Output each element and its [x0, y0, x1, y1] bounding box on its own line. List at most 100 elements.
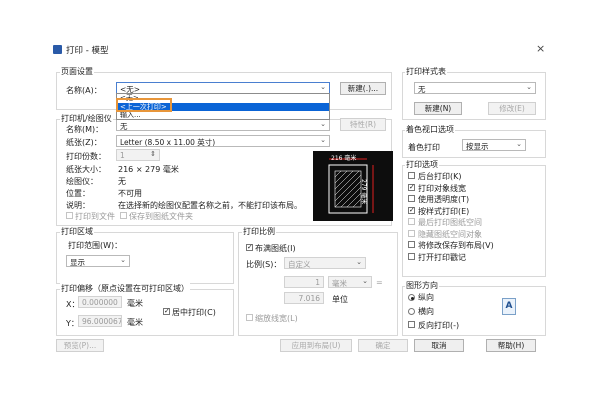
scale-unit-value: 毫米 — [332, 279, 347, 288]
plot-option-label: 最后打印图纸空间 — [418, 218, 482, 227]
landscape-label: 横向 — [418, 307, 434, 316]
plot-range-label: 打印范围(W)： — [68, 241, 123, 250]
print-to-file-label: 打印到文件 — [75, 212, 115, 221]
scale-value-1: 1 — [315, 278, 320, 287]
plot-style-edit-button[interactable]: 修改(E) — [488, 102, 536, 115]
offset-y-unit: 毫米 — [127, 318, 143, 327]
fit-to-paper-label: 布满图纸(I) — [255, 244, 296, 253]
plot-area-title: 打印区域 — [60, 226, 94, 237]
shade-plot-select[interactable]: 按显示 ⌄ — [462, 139, 526, 151]
shade-plot-label: 着色打印 — [408, 143, 440, 152]
offset-y-label: Y： — [66, 319, 79, 328]
plot-option-checkbox[interactable] — [408, 218, 415, 225]
scale-value-2: 7.016 — [298, 294, 320, 303]
scale-select[interactable]: 自定义 ⌄ — [284, 257, 366, 269]
orientation-paper-icon: A — [502, 298, 516, 315]
preview-height-label: 279 毫米 — [360, 179, 367, 205]
ok-button[interactable]: 确定 — [358, 339, 408, 352]
page-setup-add-button[interactable]: 新建(.)... — [340, 82, 386, 95]
description-label: 说明： — [66, 201, 90, 210]
scale-lineweights-checkbox[interactable] — [246, 314, 253, 321]
annotation-highlight-box — [116, 98, 172, 112]
chevron-down-icon: ⌄ — [320, 120, 326, 128]
plot-option-checkbox[interactable] — [408, 195, 415, 202]
plotter-label: 绘图仪： — [66, 177, 98, 186]
paper-label: 纸张(Z)： — [66, 138, 102, 147]
preview-button[interactable]: 预览(P)... — [56, 339, 104, 352]
dialog-titlebar: 打印 - 模型 × — [50, 41, 550, 59]
plot-option-checkbox[interactable] — [408, 252, 415, 260]
offset-y-input[interactable]: 96.000067 — [78, 315, 122, 327]
plot-option-label: 按样式打印(E) — [418, 206, 470, 216]
plot-option-label: 将修改保存到布局(V) — [418, 241, 494, 250]
printer-properties-button[interactable]: 特性(R) — [340, 118, 386, 131]
portrait-radio[interactable] — [408, 294, 415, 301]
shaded-viewport-title: 着色视口选项 — [405, 124, 455, 135]
upside-down-checkbox[interactable] — [408, 321, 415, 328]
printer-name-select[interactable]: 无 ⌄ — [116, 119, 330, 131]
chevron-down-icon: ⌄ — [526, 83, 532, 91]
chevron-down-icon: ⌄ — [320, 83, 326, 91]
plot-range-select[interactable]: 显示 ⌄ — [66, 255, 130, 267]
spinner-icon: ⇕ — [150, 150, 156, 158]
plot-option-checkbox[interactable] — [408, 229, 415, 237]
help-button[interactable]: 帮助(H) — [486, 339, 536, 352]
plot-option-checkbox[interactable] — [408, 172, 415, 179]
scale-label: 比例(S)： — [246, 260, 282, 269]
where-label: 位置： — [66, 189, 90, 198]
plot-option-checkbox[interactable]: ✓ — [408, 206, 415, 214]
plot-style-title: 打印样式表 — [405, 66, 447, 77]
print-to-file-checkbox[interactable] — [66, 212, 73, 219]
center-plot-checkbox[interactable]: ✓ — [163, 308, 170, 315]
plot-offset-title: 打印偏移（原点设置在可打印区域） — [60, 283, 190, 294]
plot-scale-title: 打印比例 — [242, 226, 276, 237]
plot-option-label: 使用透明度(T) — [418, 195, 470, 204]
offset-x-input[interactable]: 0.000000 — [78, 296, 122, 308]
copies-value: 1 — [120, 151, 125, 160]
plot-range-value: 显示 — [70, 258, 85, 267]
close-icon[interactable]: × — [536, 42, 545, 55]
dropdown-option[interactable]: 输入... — [117, 111, 329, 119]
chevron-down-icon: ⌄ — [356, 258, 362, 266]
scale-unit-select[interactable]: 毫米 ⌄ — [328, 276, 372, 288]
printer-name-value: 无 — [120, 122, 128, 131]
chevron-down-icon: ⌄ — [516, 140, 522, 148]
where-value: 不可用 — [118, 189, 142, 198]
orientation-title: 图形方向 — [405, 280, 439, 291]
plot-option-label: 后台打印(K) — [418, 172, 462, 181]
preview-width-label: 216 毫米 — [331, 155, 357, 162]
chevron-down-icon: ⌄ — [120, 256, 126, 264]
cancel-button[interactable]: 取消 — [414, 339, 464, 352]
chevron-down-icon: ⌄ — [362, 277, 368, 285]
landscape-radio[interactable] — [408, 308, 415, 315]
save-to-folder-label: 保存到图纸文件夹 — [129, 212, 193, 221]
plot-option-label: 打印对象线宽 — [418, 183, 466, 193]
chevron-down-icon: ⌄ — [320, 136, 326, 144]
plot-options-title: 打印选项 — [405, 159, 439, 170]
plot-option-checkbox[interactable]: ✓ — [408, 183, 415, 191]
portrait-label: 纵向 — [418, 293, 434, 302]
save-to-folder-checkbox[interactable] — [120, 212, 127, 219]
scale-value-1-input[interactable]: 1 — [284, 276, 324, 288]
plot-option-checkbox[interactable] — [408, 241, 415, 248]
fit-to-paper-checkbox[interactable]: ✓ — [246, 244, 253, 251]
scale-unit-2-label: 单位 — [332, 295, 348, 304]
paper-preview: 216 毫米 279 毫米 — [313, 151, 393, 221]
dialog-title: 打印 - 模型 — [66, 46, 109, 56]
app-icon — [53, 45, 62, 54]
paper-size-value: 216 × 279 毫米 — [118, 165, 179, 174]
plot-style-new-button[interactable]: 新建(N) — [414, 102, 462, 115]
page-setup-title: 页面设置 — [60, 66, 94, 77]
center-plot-label: 居中打印(C) — [172, 308, 216, 317]
copies-stepper[interactable]: 1 ⇕ — [116, 149, 160, 161]
paper-select[interactable]: Letter (8.50 x 11.00 英寸) ⌄ — [116, 135, 330, 147]
plot-style-select[interactable]: 无 ⌄ — [414, 82, 536, 94]
printer-name-label: 名称(M)： — [66, 125, 104, 134]
apply-to-layout-button[interactable]: 应用到布局(U) — [280, 339, 352, 352]
scale-value-2-input[interactable]: 7.016 — [284, 292, 324, 304]
paper-value: Letter (8.50 x 11.00 英寸) — [120, 138, 216, 147]
scale-lineweights-label: 缩放线宽(L) — [255, 314, 298, 323]
page-setup-name-label: 名称(A)： — [66, 86, 102, 95]
scale-value: 自定义 — [288, 260, 311, 269]
orientation-letter: A — [505, 301, 513, 311]
